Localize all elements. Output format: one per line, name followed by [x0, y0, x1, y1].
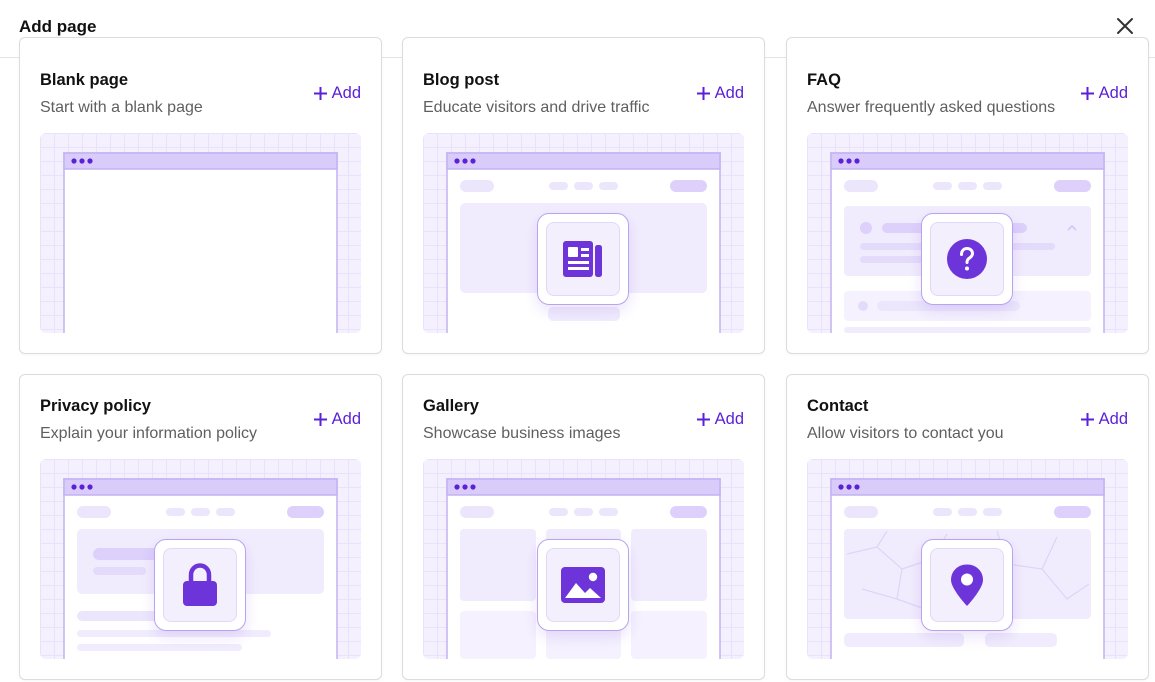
template-preview	[40, 133, 361, 333]
add-label: Add	[331, 84, 361, 102]
template-card-contact[interactable]: Contact Allow visitors to contact you Ad…	[786, 374, 1149, 680]
plus-icon	[1080, 413, 1094, 426]
template-card-gallery[interactable]: Gallery Showcase business images Add	[402, 374, 765, 680]
add-label: Add	[1098, 410, 1128, 428]
plus-icon	[313, 413, 327, 426]
template-card-faq[interactable]: FAQ Answer frequently asked questions Ad…	[786, 37, 1149, 354]
question-circle-icon	[947, 239, 987, 279]
card-subtitle: Allow visitors to contact you	[807, 425, 1004, 442]
card-subtitle: Answer frequently asked questions	[807, 99, 1056, 116]
card-title: FAQ	[807, 71, 841, 89]
add-label: Add	[331, 410, 361, 428]
card-title: Blog post	[423, 71, 500, 89]
plus-icon	[696, 87, 710, 100]
newspaper-icon	[563, 241, 602, 277]
card-title: Contact	[807, 397, 869, 415]
icon-badge	[921, 539, 1013, 631]
template-preview	[807, 459, 1128, 659]
card-title: Gallery	[423, 397, 479, 415]
template-card-privacy-policy[interactable]: Privacy policy Explain your information …	[19, 374, 382, 680]
dialog-title: Add page	[19, 17, 97, 36]
card-subtitle: Educate visitors and drive traffic	[423, 99, 650, 116]
add-blank-page-button[interactable]: Add	[313, 84, 361, 103]
template-card-blog-post[interactable]: Blog post Educate visitors and drive tra…	[402, 37, 765, 354]
template-preview	[423, 133, 744, 333]
icon-badge	[537, 213, 629, 305]
card-subtitle: Start with a blank page	[40, 99, 203, 116]
card-title: Blank page	[40, 71, 129, 89]
template-card-blank-page[interactable]: Blank page Start with a blank page Add	[19, 37, 382, 354]
card-title: Privacy policy	[40, 397, 151, 415]
close-icon	[1117, 18, 1133, 34]
blank-page-illustration	[63, 152, 338, 333]
plus-icon	[1080, 87, 1094, 100]
add-blog-post-button[interactable]: Add	[696, 84, 744, 103]
plus-icon	[696, 413, 710, 426]
map-pin-icon	[951, 564, 983, 606]
icon-badge	[537, 539, 629, 631]
add-label: Add	[714, 84, 744, 102]
add-gallery-button[interactable]: Add	[696, 410, 744, 429]
add-contact-button[interactable]: Add	[1080, 410, 1128, 429]
template-preview	[423, 459, 744, 659]
add-label: Add	[714, 410, 744, 428]
close-button[interactable]	[1111, 12, 1139, 40]
icon-badge	[921, 213, 1013, 305]
add-faq-button[interactable]: Add	[1080, 84, 1128, 103]
card-subtitle: Explain your information policy	[40, 425, 257, 442]
image-icon	[561, 567, 605, 603]
template-preview	[807, 133, 1128, 333]
add-label: Add	[1098, 84, 1128, 102]
template-preview	[40, 459, 361, 659]
add-privacy-policy-button[interactable]: Add	[313, 410, 361, 429]
plus-icon	[313, 87, 327, 100]
lock-icon	[183, 563, 217, 606]
card-subtitle: Showcase business images	[423, 425, 621, 442]
icon-badge	[154, 539, 246, 631]
